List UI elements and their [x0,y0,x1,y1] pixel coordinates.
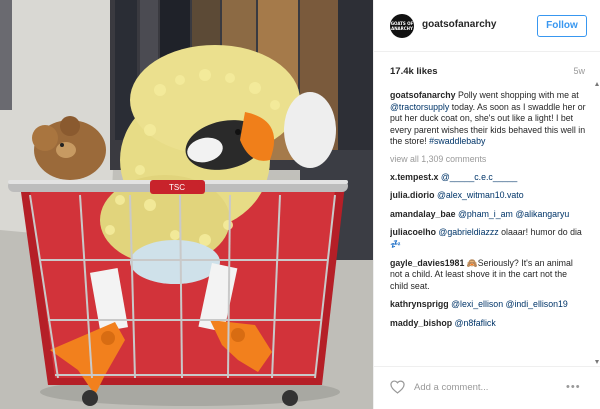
add-comment-input[interactable] [414,380,554,395]
comment-username[interactable]: juliacoelho [390,227,436,237]
comment-mention[interactable]: @n8faflick [455,318,496,328]
post-header: GOATS OF ANARCHY goatsofanarchy Follow [374,0,600,52]
likes-count[interactable]: 17.4k likes [390,66,438,77]
follow-button[interactable]: Follow [537,15,587,37]
comment-item: amandalay_bae @pham_i_am @alikangaryu [390,209,586,221]
post-photo[interactable]: TSC [0,0,373,409]
header-username-link[interactable]: goatsofanarchy [422,19,496,30]
instagram-post: TSC GOATS OF ANARCHY goatsofanarchy Foll… [0,0,600,409]
comment-mention[interactable]: @alex_witman10.vato [437,190,524,200]
comments-scrollbar[interactable] [595,82,600,364]
comment-username[interactable]: gayle_davies1981 [390,258,464,268]
comment-item: kathrynsprigg @lexi_ellison @indi_elliso… [390,299,586,311]
caption-text-part: Polly went shopping with me at [455,90,579,100]
more-options-icon[interactable]: ••• [566,382,581,393]
post-time-ago[interactable]: 5w [573,66,585,76]
post-caption: goatsofanarchy Polly went shopping with … [390,90,586,148]
comment-item: maddy_bishop @n8faflick [390,318,586,330]
caption-mention[interactable]: @tractorsupply [390,102,449,112]
comment-item: julia.diorio @alex_witman10.vato [390,190,586,202]
heart-icon[interactable] [390,380,405,394]
comment-mention[interactable]: @gabrieldiazzz [438,227,498,237]
comment-username[interactable]: amandalay_bae [390,209,456,219]
scroll-up-icon[interactable] [595,82,599,86]
photo-illustration: TSC [0,0,373,409]
comment-mention[interactable]: @_____c.e.c_____ [441,172,517,182]
avatar[interactable]: GOATS OF ANARCHY [390,14,414,38]
caption-username[interactable]: goatsofanarchy [390,90,456,100]
cart-handle-label: TSC [169,183,185,192]
comment-item: x.tempest.x @_____c.e.c_____ [390,172,586,184]
comment-username[interactable]: maddy_bishop [390,318,452,328]
comment-username[interactable]: julia.diorio [390,190,434,200]
comment-item: gayle_davies1981 🙈Seriously? It's an ani… [390,258,586,293]
post-footer: ••• [374,366,600,409]
scroll-down-icon[interactable] [595,360,599,364]
view-all-comments-link[interactable]: view all 1,309 comments [390,154,586,166]
likes-row: 17.4k likes 5w [390,66,585,80]
comment-mention[interactable]: @pham_i_am @alikangaryu [458,209,569,219]
comment-mention[interactable]: @lexi_ellison @indi_ellison19 [451,299,568,309]
post-side-panel: GOATS OF ANARCHY goatsofanarchy Follow 1… [373,0,600,409]
comment-username[interactable]: x.tempest.x [390,172,438,182]
comment-username[interactable]: kathrynsprigg [390,299,449,309]
caption-hashtag[interactable]: #swaddlebaby [429,136,485,146]
comments-list: goatsofanarchy Polly went shopping with … [390,90,586,365]
comment-item: juliacoelho @gabrieldiazzz olaaar! humor… [390,227,586,250]
